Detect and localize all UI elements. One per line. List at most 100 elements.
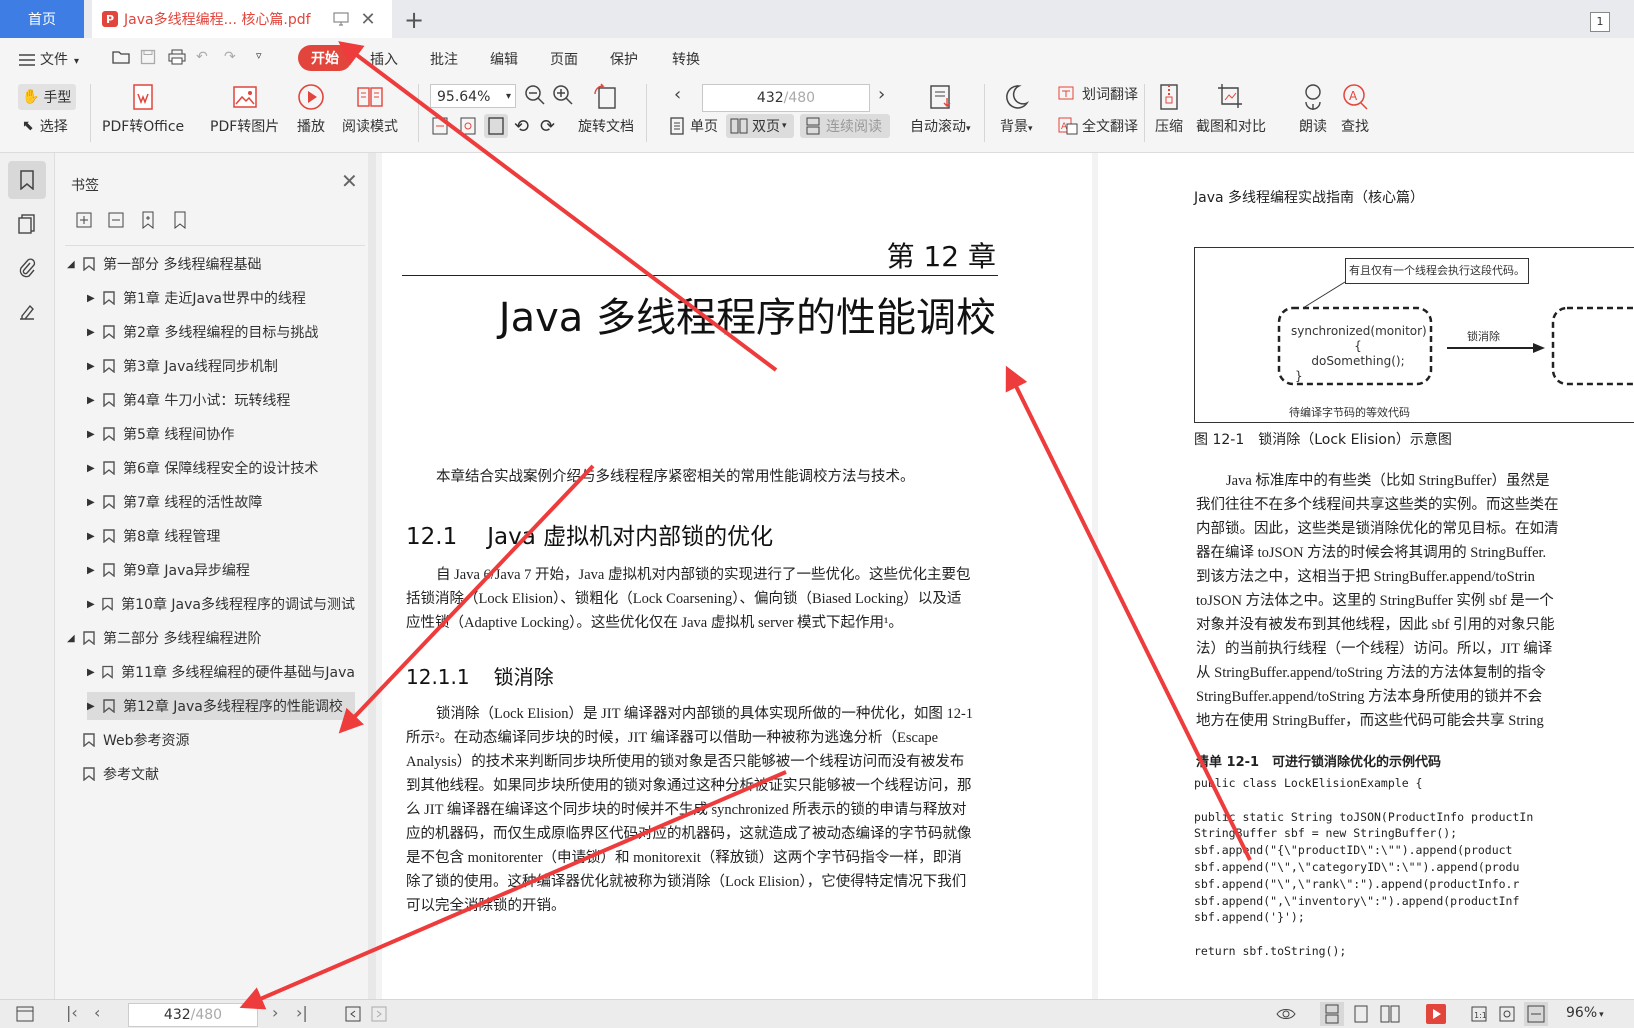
- caret-right-icon[interactable]: ▶: [87, 497, 99, 508]
- status-page-input[interactable]: 432/480: [128, 1003, 258, 1027]
- save-icon[interactable]: [140, 49, 156, 65]
- rotate-left-icon[interactable]: ⟲: [514, 116, 529, 137]
- bookmark-item[interactable]: ▶ 第1章 走近Java世界中的线程: [87, 284, 355, 312]
- caret-right-icon[interactable]: ▶: [87, 293, 99, 304]
- bookmark-item[interactable]: ▶ 第12章 Java多线程程序的性能调校: [87, 692, 355, 720]
- add-bookmark-icon[interactable]: [139, 211, 157, 229]
- read-aloud-button[interactable]: 朗读: [1298, 82, 1328, 136]
- actual-size-icon[interactable]: 1:1: [1470, 1005, 1488, 1023]
- redo-icon[interactable]: ↷: [224, 49, 236, 65]
- bookmark-item[interactable]: ▶ 第3章 Java线程同步机制: [87, 352, 355, 380]
- caret-down-icon[interactable]: ◢: [67, 259, 79, 270]
- caret-right-icon[interactable]: ▶: [87, 565, 99, 576]
- monitor-icon[interactable]: [332, 12, 349, 26]
- menu-page[interactable]: 页面: [550, 49, 578, 69]
- bookmark-icon[interactable]: [171, 211, 189, 229]
- menu-convert[interactable]: 转换: [672, 49, 700, 69]
- bookmark-item[interactable]: ▶ 第7章 线程的活性故障: [87, 488, 355, 516]
- play-icon[interactable]: [1426, 1004, 1446, 1024]
- back-icon[interactable]: [344, 1005, 362, 1023]
- window-count-badge[interactable]: 1: [1590, 12, 1610, 32]
- caret-right-icon[interactable]: ▶: [87, 531, 99, 542]
- caret-right-icon[interactable]: ▶: [87, 327, 99, 338]
- full-translate-button[interactable]: A 全文翻译: [1058, 116, 1138, 136]
- bookmark-panel-icon[interactable]: [8, 161, 46, 199]
- menu-insert[interactable]: 插入: [370, 49, 398, 69]
- document-viewport[interactable]: 第 12 章 Java 多线程程序的性能调校 本章结合实战案例介绍与多线程程序紧…: [376, 153, 1634, 999]
- caret-right-icon[interactable]: ▶: [87, 463, 99, 474]
- zoom-input[interactable]: 95.64% ▾: [430, 84, 516, 108]
- fit-width-icon[interactable]: [458, 116, 478, 136]
- undo-icon[interactable]: ↶: [196, 49, 208, 65]
- caret-down-icon[interactable]: ◢: [67, 633, 79, 644]
- rotate-document-button[interactable]: 旋转文档: [578, 82, 634, 136]
- pdf-to-office-button[interactable]: PDF转Office: [102, 82, 184, 136]
- read-mode-button[interactable]: 阅读模式: [342, 82, 398, 136]
- bookmark-item[interactable]: ▶ 第9章 Java异步编程: [87, 556, 355, 584]
- caret-right-icon[interactable]: ▶: [87, 701, 99, 712]
- next-page-icon[interactable]: ›: [272, 1003, 278, 1022]
- eye-care-icon[interactable]: [1276, 1005, 1296, 1023]
- caret-right-icon[interactable]: ▶: [87, 599, 98, 610]
- thumbnail-panel-icon[interactable]: [8, 205, 46, 243]
- menu-file[interactable]: 文件 ▾: [18, 49, 79, 69]
- tab-home[interactable]: 首页: [0, 0, 84, 38]
- caret-right-icon[interactable]: ▶: [87, 667, 98, 678]
- bookmark-item[interactable]: ▶ 第6章 保障线程安全的设计技术: [87, 454, 355, 482]
- menu-edit[interactable]: 编辑: [490, 49, 518, 69]
- more-chevron-icon[interactable]: ▿: [256, 49, 262, 62]
- collapse-all-icon[interactable]: [107, 211, 125, 229]
- signature-icon[interactable]: [8, 293, 46, 331]
- bookmark-item[interactable]: ◢ 第二部分 多线程编程进阶: [67, 624, 355, 652]
- zoom-out-icon[interactable]: [524, 84, 546, 106]
- first-page-icon[interactable]: |‹: [66, 1003, 78, 1022]
- auto-scroll-button[interactable]: 自动滚动▾: [910, 82, 971, 136]
- rotate-right-icon[interactable]: ⟳: [540, 116, 555, 137]
- open-folder-icon[interactable]: [112, 49, 130, 65]
- zoom-in-icon[interactable]: [552, 84, 574, 106]
- close-tab-icon[interactable]: ✕: [361, 9, 376, 30]
- bookmark-item[interactable]: Web参考资源: [79, 726, 355, 754]
- menu-annotate[interactable]: 批注: [430, 49, 458, 69]
- page-number-input[interactable]: 432/480: [702, 84, 870, 112]
- double-page-button[interactable]: 双页 ▾: [726, 114, 794, 138]
- bookmark-item[interactable]: ▶ 第10章 Java多线程程序的调试与测试: [87, 590, 355, 618]
- prev-page-icon[interactable]: ‹: [94, 1003, 100, 1022]
- fit-page-icon[interactable]: [1498, 1005, 1516, 1023]
- caret-right-icon[interactable]: ▶: [87, 395, 99, 406]
- last-page-icon[interactable]: ›|: [296, 1003, 308, 1022]
- bookmark-item[interactable]: ▶ 第4章 牛刀小试：玩转线程: [87, 386, 355, 414]
- forward-icon[interactable]: [370, 1005, 388, 1023]
- continuous-read-button[interactable]: 连续阅读: [800, 114, 890, 138]
- single-page-button[interactable]: 单页: [668, 116, 718, 136]
- caret-right-icon[interactable]: ▶: [87, 429, 99, 440]
- zoom-level[interactable]: 96% ▾: [1566, 1005, 1604, 1021]
- play-button[interactable]: 播放: [296, 82, 326, 136]
- hand-tool-button[interactable]: ✋ 手型: [18, 84, 76, 110]
- search-button[interactable]: A 查找: [1340, 82, 1370, 136]
- close-icon[interactable]: ✕: [341, 169, 358, 193]
- screenshot-compare-button[interactable]: 截图和对比: [1196, 82, 1266, 136]
- single-view-icon[interactable]: [1352, 1005, 1370, 1023]
- bookmark-item[interactable]: ◢ 第一部分 多线程编程基础: [67, 250, 355, 278]
- tab-document[interactable]: P Java多线程编程... 核心篇.pdf ✕: [92, 0, 392, 38]
- word-translate-button[interactable]: 划词翻译: [1058, 84, 1138, 104]
- continuous-view-icon[interactable]: [1320, 1002, 1344, 1026]
- new-tab-plus-icon[interactable]: +: [404, 6, 424, 34]
- paperclip-icon[interactable]: [8, 249, 46, 287]
- fit-page-icon[interactable]: [430, 116, 450, 136]
- actual-size-icon[interactable]: [484, 114, 508, 138]
- bookmark-item[interactable]: ▶ 第11章 多线程编程的硬件基础与Java: [87, 658, 355, 686]
- expand-all-icon[interactable]: [75, 211, 93, 229]
- panel-scrollbar[interactable]: [368, 153, 376, 999]
- bookmark-item[interactable]: 参考文献: [79, 760, 355, 788]
- sidebar-toggle-icon[interactable]: [16, 1005, 34, 1023]
- next-page-icon[interactable]: ›: [878, 84, 885, 105]
- bookmark-item[interactable]: ▶ 第5章 线程间协作: [87, 420, 355, 448]
- print-icon[interactable]: [168, 49, 186, 65]
- select-tool-button[interactable]: ⬉ 选择: [22, 116, 68, 136]
- caret-right-icon[interactable]: ▶: [87, 361, 99, 372]
- prev-page-icon[interactable]: ‹: [674, 84, 681, 105]
- menu-protect[interactable]: 保护: [610, 49, 638, 69]
- bookmark-item[interactable]: ▶ 第8章 线程管理: [87, 522, 355, 550]
